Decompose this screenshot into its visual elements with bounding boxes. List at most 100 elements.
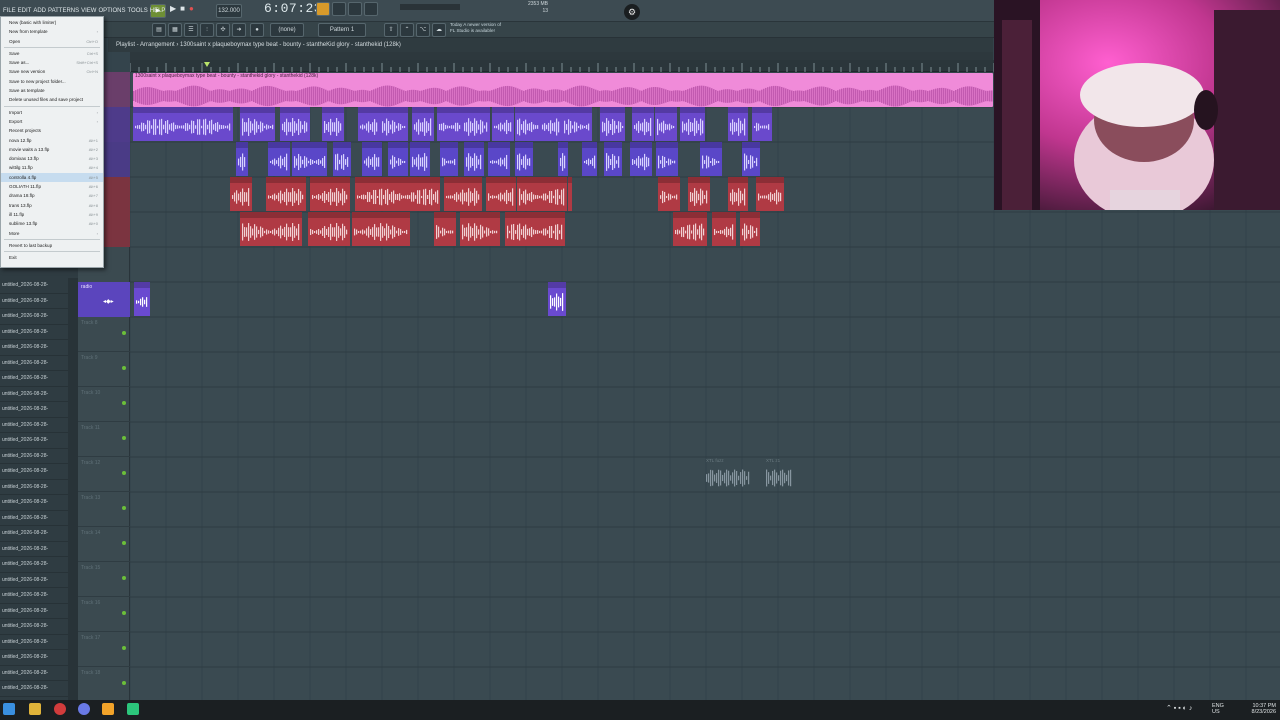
snap-icon[interactable] <box>316 2 330 16</box>
track-radio-controls[interactable]: ◂◆▸ <box>103 298 114 305</box>
file-menu-item[interactable]: New from template › <box>1 27 103 36</box>
browser-item[interactable]: untitled_2026-08-28- <box>0 294 68 309</box>
browser-item[interactable]: untitled_2026-08-28- <box>0 433 68 449</box>
track-mute-led[interactable] <box>122 646 126 650</box>
file-menu-item[interactable]: Exit <box>1 253 103 262</box>
browser-item[interactable]: untitled_2026-08-28- <box>0 495 68 511</box>
browser-item[interactable]: untitled_2026-08-28- <box>0 480 68 495</box>
language-indicator[interactable]: ENG US <box>1212 703 1224 715</box>
track-header[interactable]: Track 13 <box>78 492 130 527</box>
track-header[interactable]: Track 12 <box>78 457 130 492</box>
browser-item[interactable]: untitled_2026-08-28- <box>0 309 68 325</box>
file-menu-item[interactable]: Save Ctrl+S <box>1 49 103 58</box>
track-mute-led[interactable] <box>122 506 126 510</box>
browser-item[interactable]: untitled_2026-08-28- <box>0 340 68 356</box>
track-mute-led[interactable] <box>122 401 126 405</box>
obs-icon[interactable] <box>127 703 139 715</box>
steam-icon[interactable]: ⚙ <box>624 4 640 20</box>
browser-item[interactable]: untitled_2026-08-28- <box>0 278 68 294</box>
menu-tools[interactable]: TOOLS <box>127 4 149 18</box>
track-header[interactable]: Track 14 <box>78 527 130 562</box>
file-menu-item[interactable]: Save new version Ctrl+N <box>1 67 103 76</box>
file-menu-item[interactable]: Open Ctrl+O <box>1 37 103 46</box>
track-mute-led[interactable] <box>122 436 126 440</box>
fl-studio-icon[interactable] <box>102 703 114 715</box>
system-clock[interactable]: 10:37 PM 8/23/2026 <box>1244 703 1276 715</box>
tempo-display[interactable]: 132.000 <box>216 4 242 18</box>
file-menu-item[interactable]: trans 13.flp Alt+8 <box>1 201 103 210</box>
track-header-radio[interactable]: radio ◂◆▸ <box>78 282 130 317</box>
file-menu-item[interactable]: Import › <box>1 108 103 117</box>
browser-item[interactable]: untitled_2026-08-28- <box>0 449 68 464</box>
browser-item[interactable]: untitled_2026-08-28- <box>0 619 68 635</box>
pattern-select[interactable]: Pattern 1 <box>318 23 366 37</box>
track-mute-led[interactable] <box>122 576 126 580</box>
menu-help[interactable]: HELP <box>149 4 167 18</box>
start-icon[interactable] <box>3 703 15 715</box>
channel-rack-icon[interactable]: ☰ <box>184 23 198 37</box>
play-icon[interactable]: ▶ <box>170 4 176 18</box>
ctrl-icon[interactable]: ⌃ <box>400 23 414 37</box>
update-notification[interactable]: Today A newer version of FL Studio is av… <box>450 22 520 38</box>
channel-select[interactable]: (none) <box>270 23 304 37</box>
browser-item[interactable]: untitled_2026-08-28- <box>0 573 68 588</box>
track-mute-led[interactable] <box>122 331 126 335</box>
browser-item[interactable]: untitled_2026-08-28- <box>0 635 68 650</box>
browser-item[interactable]: untitled_2026-08-28- <box>0 511 68 526</box>
tool-icon-3[interactable] <box>364 2 378 16</box>
file-menu-item[interactable]: wittilg 11.flp Alt+4 <box>1 163 103 172</box>
tool-icon-1[interactable] <box>332 2 346 16</box>
file-menu-item[interactable]: controlla 4.flp Alt+5 <box>1 172 103 183</box>
file-menu-item[interactable]: nova 12.flp Alt+1 <box>1 136 103 145</box>
browser-item[interactable]: untitled_2026-08-28- <box>0 356 68 371</box>
browser-item[interactable]: untitled_2026-08-28- <box>0 464 68 480</box>
stop-icon[interactable]: ■ <box>180 4 185 18</box>
file-menu-item[interactable]: More › <box>1 229 103 238</box>
track-header[interactable]: Track 8 <box>78 317 130 352</box>
master-volume-slider[interactable] <box>400 4 460 10</box>
browser-item[interactable]: untitled_2026-08-28- <box>0 371 68 387</box>
tool-icon-2[interactable] <box>348 2 362 16</box>
track-header[interactable]: Track 9 <box>78 352 130 387</box>
file-menu-item[interactable]: New (basic with limiter) <box>1 18 103 27</box>
shift-icon[interactable]: ⇧ <box>384 23 398 37</box>
track-mute-led[interactable] <box>122 541 126 545</box>
file-menu-item[interactable]: domixax 13.flp Alt+3 <box>1 154 103 163</box>
browser-scrollbar[interactable] <box>68 278 78 700</box>
browser-item[interactable]: untitled_2026-08-28- <box>0 588 68 604</box>
browser-item[interactable]: untitled_2026-08-28- <box>0 650 68 666</box>
track-header[interactable]: Track 15 <box>78 562 130 597</box>
piano-roll-icon[interactable]: ▦ <box>168 23 182 37</box>
browser-item[interactable]: untitled_2026-08-28- <box>0 604 68 619</box>
track-header[interactable]: Track 16 <box>78 597 130 632</box>
song-position-clock[interactable]: 6:07:23 <box>264 1 322 16</box>
file-menu-item[interactable]: Save to new project folder... <box>1 77 103 86</box>
plugin-picker-icon[interactable]: ✣ <box>216 23 230 37</box>
browser-item[interactable]: untitled_2026-08-28- <box>0 387 68 402</box>
opera-icon[interactable] <box>54 703 66 715</box>
file-menu-item[interactable]: Delete unused files and save project <box>1 95 103 104</box>
file-explorer-icon[interactable] <box>29 703 41 715</box>
track-mute-led[interactable] <box>122 471 126 475</box>
file-menu-item[interactable]: Save as... Shift+Ctrl+S <box>1 58 103 67</box>
mixer-icon[interactable]: ⫶ <box>200 23 214 37</box>
browser-item[interactable]: untitled_2026-08-28- <box>0 666 68 681</box>
discord-icon[interactable] <box>78 703 90 715</box>
file-menu-item[interactable]: Revert to last backup <box>1 241 103 250</box>
track-header[interactable]: Track 18 <box>78 667 130 702</box>
browser-item[interactable]: untitled_2026-08-28- <box>0 402 68 418</box>
browser-item[interactable]: untitled_2026-08-28- <box>0 325 68 340</box>
track-header[interactable]: Track 17 <box>78 632 130 667</box>
file-menu-item[interactable]: ill 11.flp Alt+9 <box>1 210 103 219</box>
track-mute-led[interactable] <box>122 611 126 615</box>
browser-item[interactable]: untitled_2026-08-28- <box>0 681 68 697</box>
record-icon[interactable]: ● <box>189 4 194 18</box>
file-menu-item[interactable]: sublime 13.flp Alt+0 <box>1 219 103 228</box>
track-header[interactable]: Track 11 <box>78 422 130 457</box>
browser-item[interactable]: untitled_2026-08-28- <box>0 526 68 542</box>
file-menu-item[interactable]: Export › <box>1 117 103 126</box>
tray-icons[interactable]: ⌃ ▪ ▪ ◐ ♪ <box>1166 705 1192 712</box>
file-menu-item[interactable]: Recent projects <box>1 126 103 135</box>
online-icon[interactable]: ☁ <box>432 23 446 37</box>
file-menu-item[interactable]: movie waits a 13.flp Alt+2 <box>1 145 103 154</box>
